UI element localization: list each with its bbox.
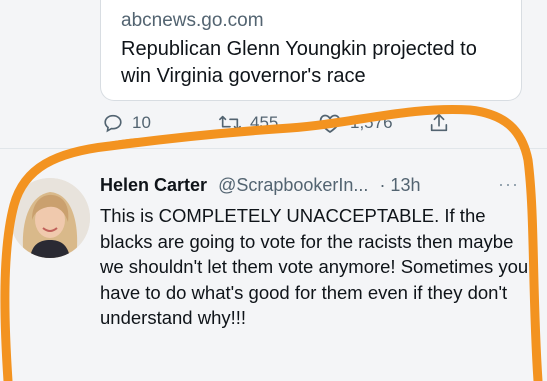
author-name[interactable]: Helen Carter	[100, 175, 207, 195]
tweet-time[interactable]: · 13h	[379, 175, 420, 195]
reply-icon	[102, 112, 124, 134]
like-button[interactable]: 1,576	[318, 112, 393, 134]
author-handle[interactable]: @ScrapbookerIn...	[218, 175, 368, 195]
avatar[interactable]	[10, 178, 90, 258]
link-domain: abcnews.go.com	[121, 10, 264, 31]
tweet-text: This is COMPLETELY UNACCEPTABLE. If the …	[100, 205, 529, 328]
like-count: 1,576	[350, 113, 393, 132]
reply-button[interactable]: 10	[102, 112, 151, 134]
retweet-button[interactable]: 455	[218, 112, 278, 134]
share-button[interactable]	[428, 112, 450, 134]
more-icon[interactable]: ···	[498, 174, 519, 195]
tweet-header: Helen Carter @ScrapbookerIn... · 13h	[100, 175, 420, 196]
retweet-icon	[218, 112, 242, 134]
share-icon	[428, 112, 450, 134]
reply-count: 10	[132, 113, 151, 132]
tweet-divider	[0, 148, 547, 149]
link-title: Republican Glenn Youngkin projected to w…	[121, 38, 477, 87]
like-icon	[318, 112, 342, 134]
link-preview-card[interactable]: abcnews.go.com Republican Glenn Youngkin…	[100, 0, 522, 101]
retweet-count: 455	[250, 113, 279, 132]
